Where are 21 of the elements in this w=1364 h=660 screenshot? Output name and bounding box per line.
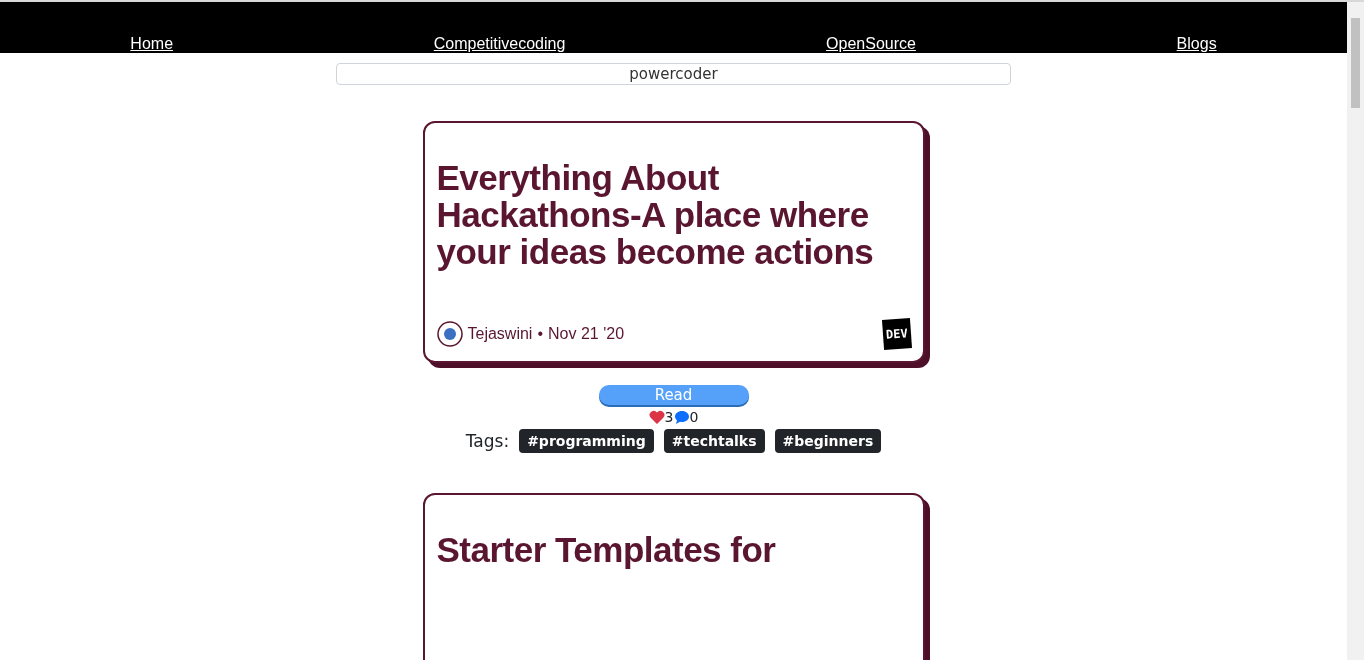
tag-badge[interactable]: #techtalks: [663, 429, 765, 453]
tags-label: Tags:: [465, 431, 510, 451]
dev-logo: DEV: [881, 318, 912, 350]
post-date: Nov 21 '20: [548, 325, 625, 343]
tag-badge[interactable]: #beginners: [774, 429, 882, 453]
scrollbar[interactable]: [1347, 2, 1364, 660]
separator-dot: •: [537, 325, 544, 343]
comment-icon: [673, 409, 690, 425]
tag-badge[interactable]: #programming: [519, 429, 654, 453]
nav-link[interactable]: Blogs: [1176, 35, 1217, 53]
nav-link[interactable]: Home: [130, 35, 174, 53]
nav-link[interactable]: OpenSource: [826, 35, 916, 53]
heart-icon: [648, 410, 665, 424]
comments-count: 0: [689, 409, 699, 425]
likes-count: 3: [664, 409, 674, 425]
post-title: Starter Templates for: [436, 531, 777, 568]
search-field[interactable]: powercoder: [336, 63, 1011, 85]
nav-link[interactable]: Competitivecoding: [433, 35, 566, 53]
avatar-icon: [436, 321, 463, 347]
post-title: Everything About Hackathons-A place where your ideas become actions: [436, 159, 875, 270]
author-name: Tejaswini: [467, 325, 533, 343]
